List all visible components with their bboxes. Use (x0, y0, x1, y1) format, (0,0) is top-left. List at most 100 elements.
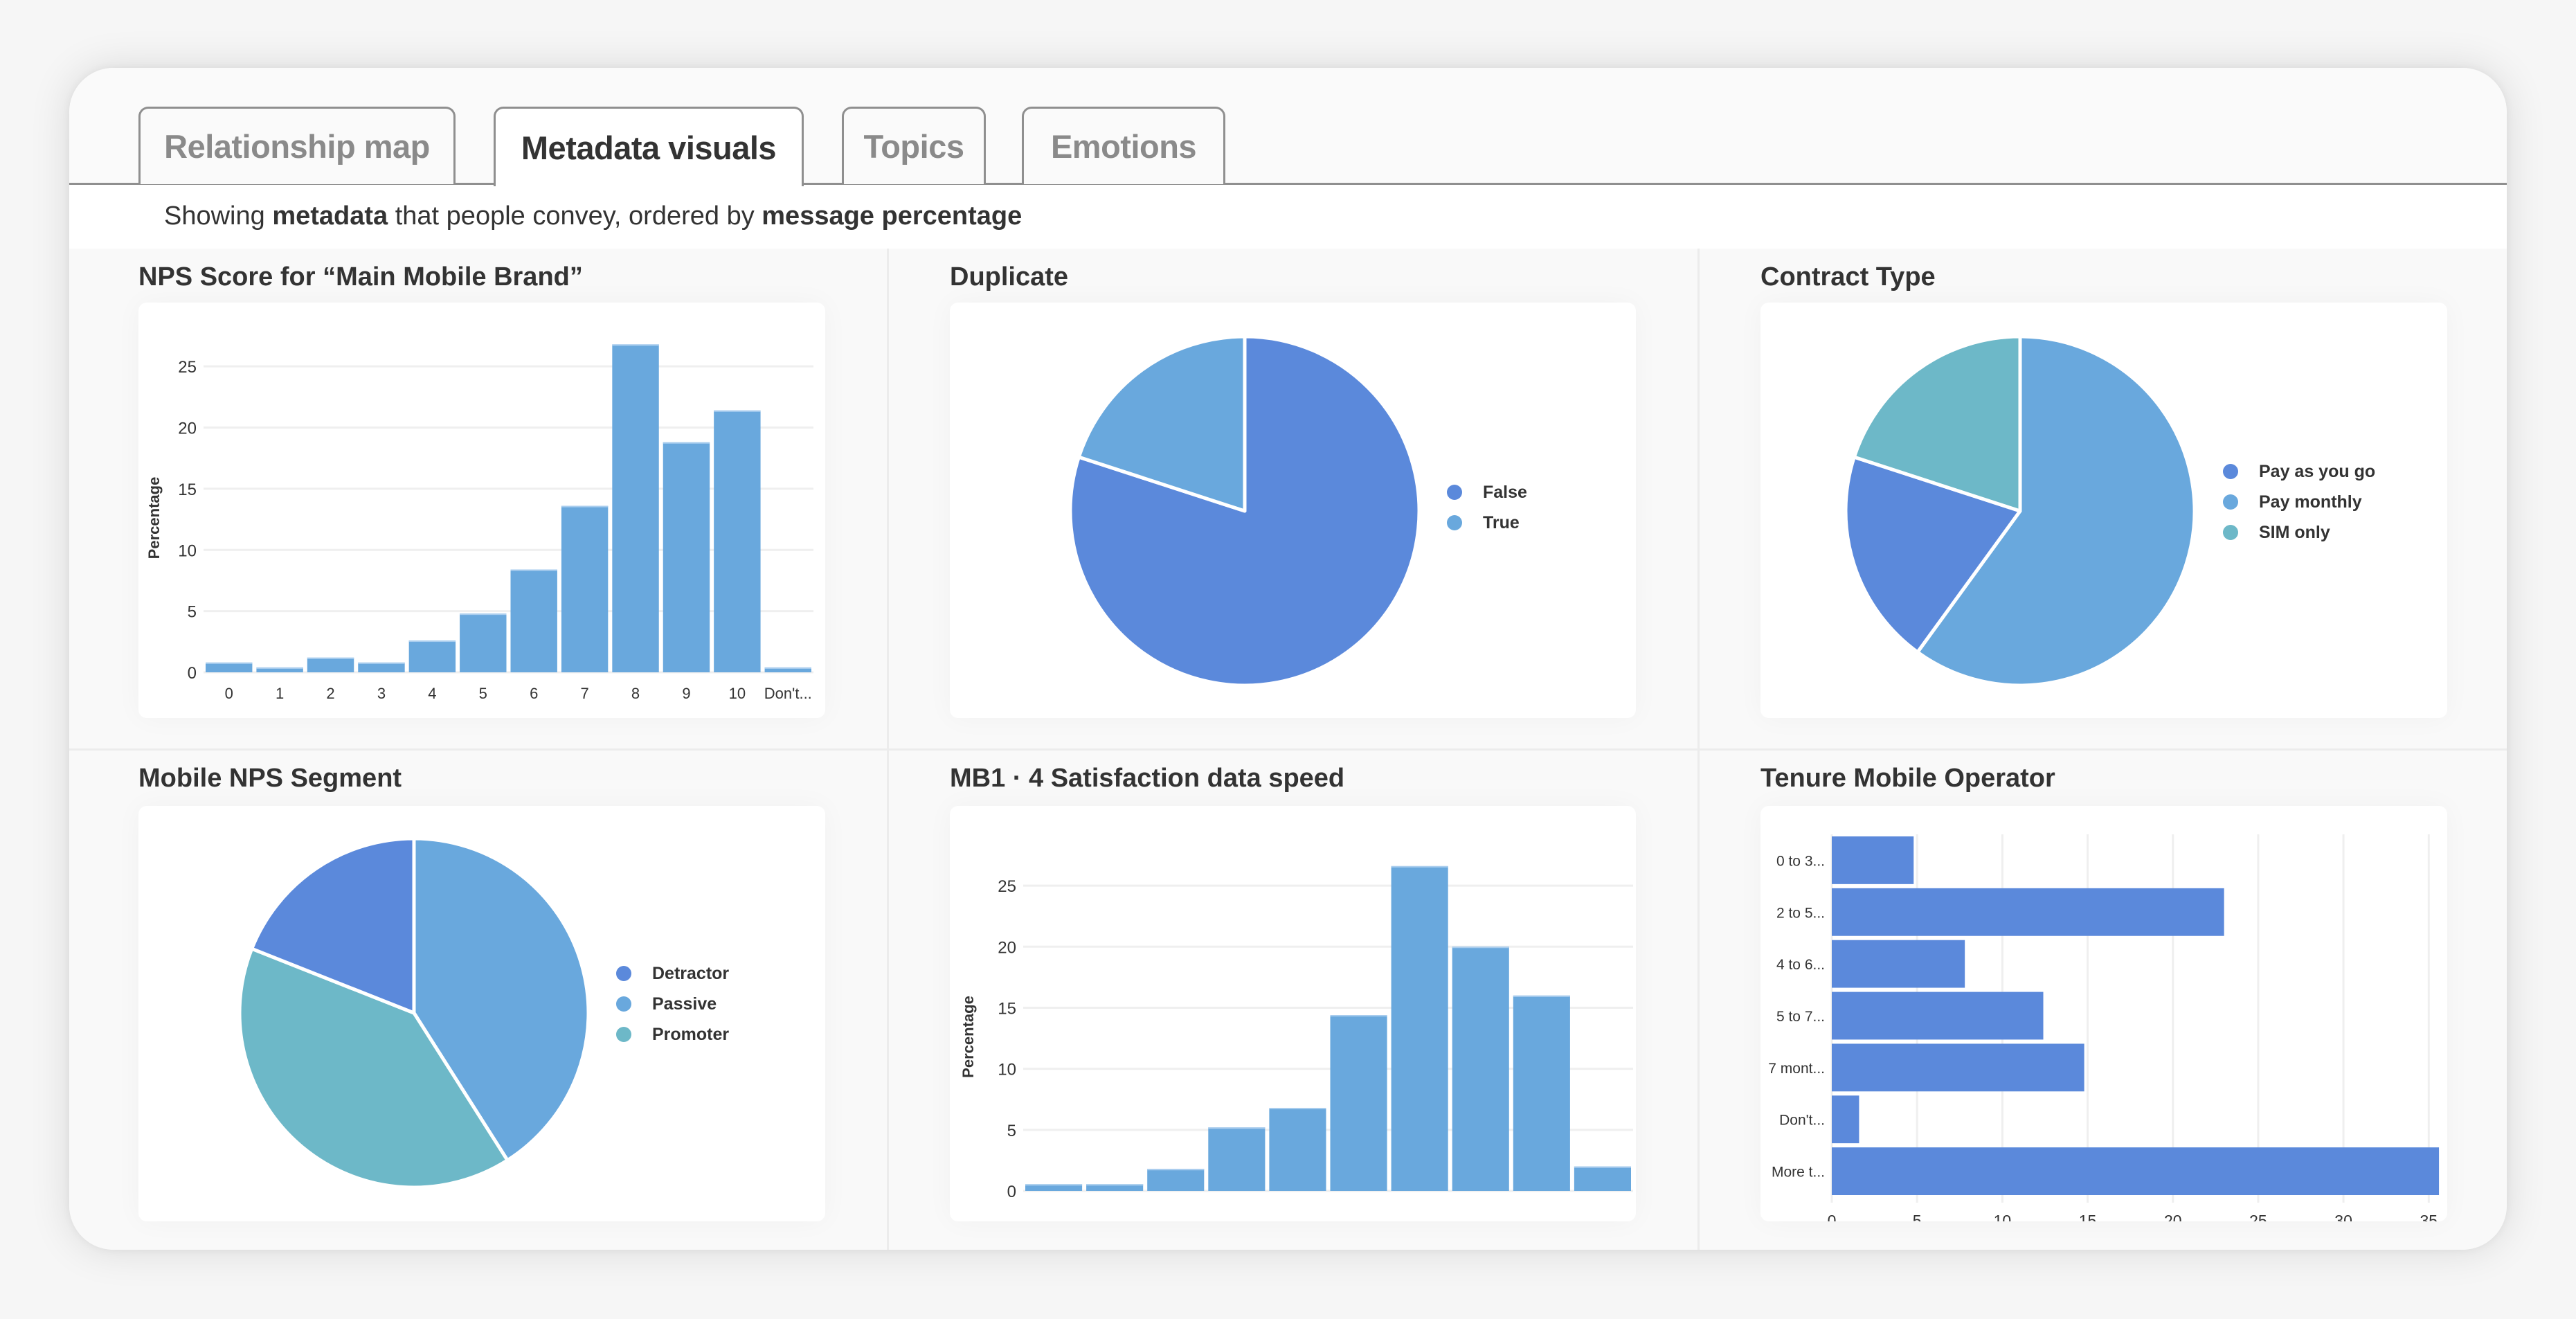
bar[interactable] (561, 505, 609, 672)
legend-item[interactable]: Pay as you go (2223, 456, 2375, 487)
x-tick-label: 9 (682, 685, 690, 702)
legend-item[interactable]: False (1447, 477, 1527, 508)
bar[interactable] (1147, 1169, 1205, 1191)
y-tick-label: 4 to 6... (1776, 957, 1825, 973)
x-tick-label: 7 (581, 685, 589, 702)
y-tick-label: 7 mont... (1768, 1061, 1825, 1077)
legend-swatch-icon (2223, 494, 2238, 510)
tab-bar: Relationship map Metadata visuals Topics… (69, 68, 2507, 188)
x-tick-label: 0 (225, 685, 233, 702)
x-tick-label: 30 (2334, 1212, 2352, 1221)
chart-title-nps: NPS Score for “Main Mobile Brand” (138, 262, 583, 291)
bar-top-highlight (1452, 946, 1509, 949)
chart-grid: NPS Score for “Main Mobile Brand” 0 5 10 15… (69, 249, 2507, 1250)
bar-top-highlight (1208, 1127, 1266, 1129)
legend-item[interactable]: Passive (616, 989, 729, 1019)
x-tick-label: 8 (631, 685, 640, 702)
chart-card-duplicate: False True (950, 303, 1636, 718)
bar[interactable] (1832, 1043, 2084, 1092)
chart-card-tenure: 0 5 10 15 20 25 30 35 0 to 3... 2 to 5... 4 to 6..… (1760, 806, 2447, 1221)
chart-svg (1068, 334, 1421, 688)
y-tick-label: 2 to 5... (1776, 905, 1825, 921)
y-tick-label: 5 to 7... (1776, 1009, 1825, 1025)
legend-item[interactable]: True (1447, 508, 1527, 538)
y-axis-label: Percentage (960, 996, 977, 1078)
chart-card-contract-type: Pay as you go Pay monthly SIM only (1760, 303, 2447, 718)
legend-label: Promoter (652, 1024, 730, 1044)
y-tick-label: Don't... (1779, 1113, 1825, 1129)
bar[interactable] (1832, 940, 1965, 988)
legend-label: False (1483, 482, 1527, 502)
x-tick-label: 4 (428, 685, 436, 702)
legend-item[interactable]: Detractor (616, 958, 729, 989)
x-tick-label: 35 (2420, 1212, 2438, 1221)
bar-top-highlight (764, 667, 811, 669)
bar[interactable] (1832, 888, 2224, 936)
legend-swatch-icon (1447, 515, 1462, 530)
tab-relationship-map[interactable]: Relationship map (138, 107, 456, 184)
y-tick-label: 5 (1007, 1122, 1016, 1140)
bar-top-highlight (663, 442, 710, 444)
legend-swatch-icon (2223, 525, 2238, 540)
y-tick-label: 15 (998, 999, 1016, 1018)
x-tick-label: 25 (2249, 1212, 2267, 1221)
chart-card-mobile-nps-segment: Detractor Passive Promoter (138, 806, 825, 1221)
bar[interactable] (460, 613, 507, 672)
legend-item[interactable]: Promoter (616, 1019, 729, 1050)
bar[interactable] (1832, 1095, 1859, 1144)
y-tick-label: 0 to 3... (1776, 853, 1825, 869)
chart-title-tenure: Tenure Mobile Operator (1760, 764, 2055, 793)
chart-svg: 0 5 10 15 20 25 Percentage (960, 865, 1633, 1201)
bar-top-highlight (714, 410, 761, 412)
bar[interactable] (358, 662, 405, 672)
y-tick-label: 0 (1007, 1183, 1016, 1201)
chart-title-mb1-satisfaction: MB1 · 4 Satisfaction data speed (950, 764, 1345, 793)
tab-metadata-visuals[interactable]: Metadata visuals (494, 107, 804, 188)
y-tick-label: More t... (1772, 1165, 1825, 1181)
bar-top-highlight (612, 344, 659, 346)
row-divider (69, 748, 2507, 751)
legend-swatch-icon (1447, 485, 1462, 500)
bar[interactable] (408, 640, 456, 672)
bar[interactable] (1208, 1127, 1266, 1191)
chart-svg: 0 5 10 15 20 25 Percentage 0 1 2 3 4 5 6 7 8 9 10 Don't... (145, 344, 813, 702)
bar[interactable] (1513, 995, 1570, 1191)
subtitle-bold-message-percentage: message percentage (762, 201, 1023, 231)
bar[interactable] (1452, 946, 1509, 1191)
bar-top-highlight (561, 505, 609, 508)
bar[interactable] (1832, 836, 1914, 884)
legend-item[interactable]: SIM only (2223, 517, 2375, 548)
legend-label: True (1483, 512, 1520, 532)
x-tick-label: 1 (276, 685, 284, 702)
chart-legend: Detractor Passive Promoter (616, 958, 729, 1050)
chart-title-contract-type: Contract Type (1760, 262, 1936, 291)
x-tick-label: 6 (530, 685, 538, 702)
chart-svg: 0 5 10 15 20 25 30 35 0 to 3... 2 to 5... 4 to 6..… (1768, 834, 2440, 1221)
tab-topics[interactable]: Topics (842, 107, 986, 184)
bar[interactable] (663, 442, 710, 672)
bar[interactable] (1269, 1108, 1326, 1191)
subtitle-text-2: that people convey, ordered by (388, 201, 762, 231)
bar[interactable] (612, 344, 659, 672)
bar[interactable] (1574, 1166, 1631, 1191)
legend-label: Pay as you go (2259, 461, 2376, 481)
bar[interactable] (307, 657, 354, 672)
bar[interactable] (714, 410, 761, 672)
bar[interactable] (1832, 1147, 2440, 1195)
chart-title-duplicate: Duplicate (950, 262, 1069, 291)
bar[interactable] (510, 569, 557, 672)
x-tick-label: 15 (2079, 1212, 2097, 1221)
bar[interactable] (1330, 1015, 1387, 1191)
legend-item[interactable]: Pay monthly (2223, 487, 2375, 517)
tab-emotions[interactable]: Emotions (1022, 107, 1225, 184)
chart-legend: False True (1447, 477, 1527, 538)
y-tick-label: 15 (178, 481, 197, 499)
y-tick-label: 10 (998, 1061, 1016, 1079)
x-tick-label: 0 (1828, 1212, 1837, 1221)
bar[interactable] (1832, 992, 2044, 1040)
y-tick-label: 25 (178, 358, 197, 377)
legend-label: Detractor (652, 963, 730, 983)
bar[interactable] (206, 662, 253, 672)
bar[interactable] (1391, 865, 1448, 1191)
bar-top-highlight (408, 640, 456, 643)
